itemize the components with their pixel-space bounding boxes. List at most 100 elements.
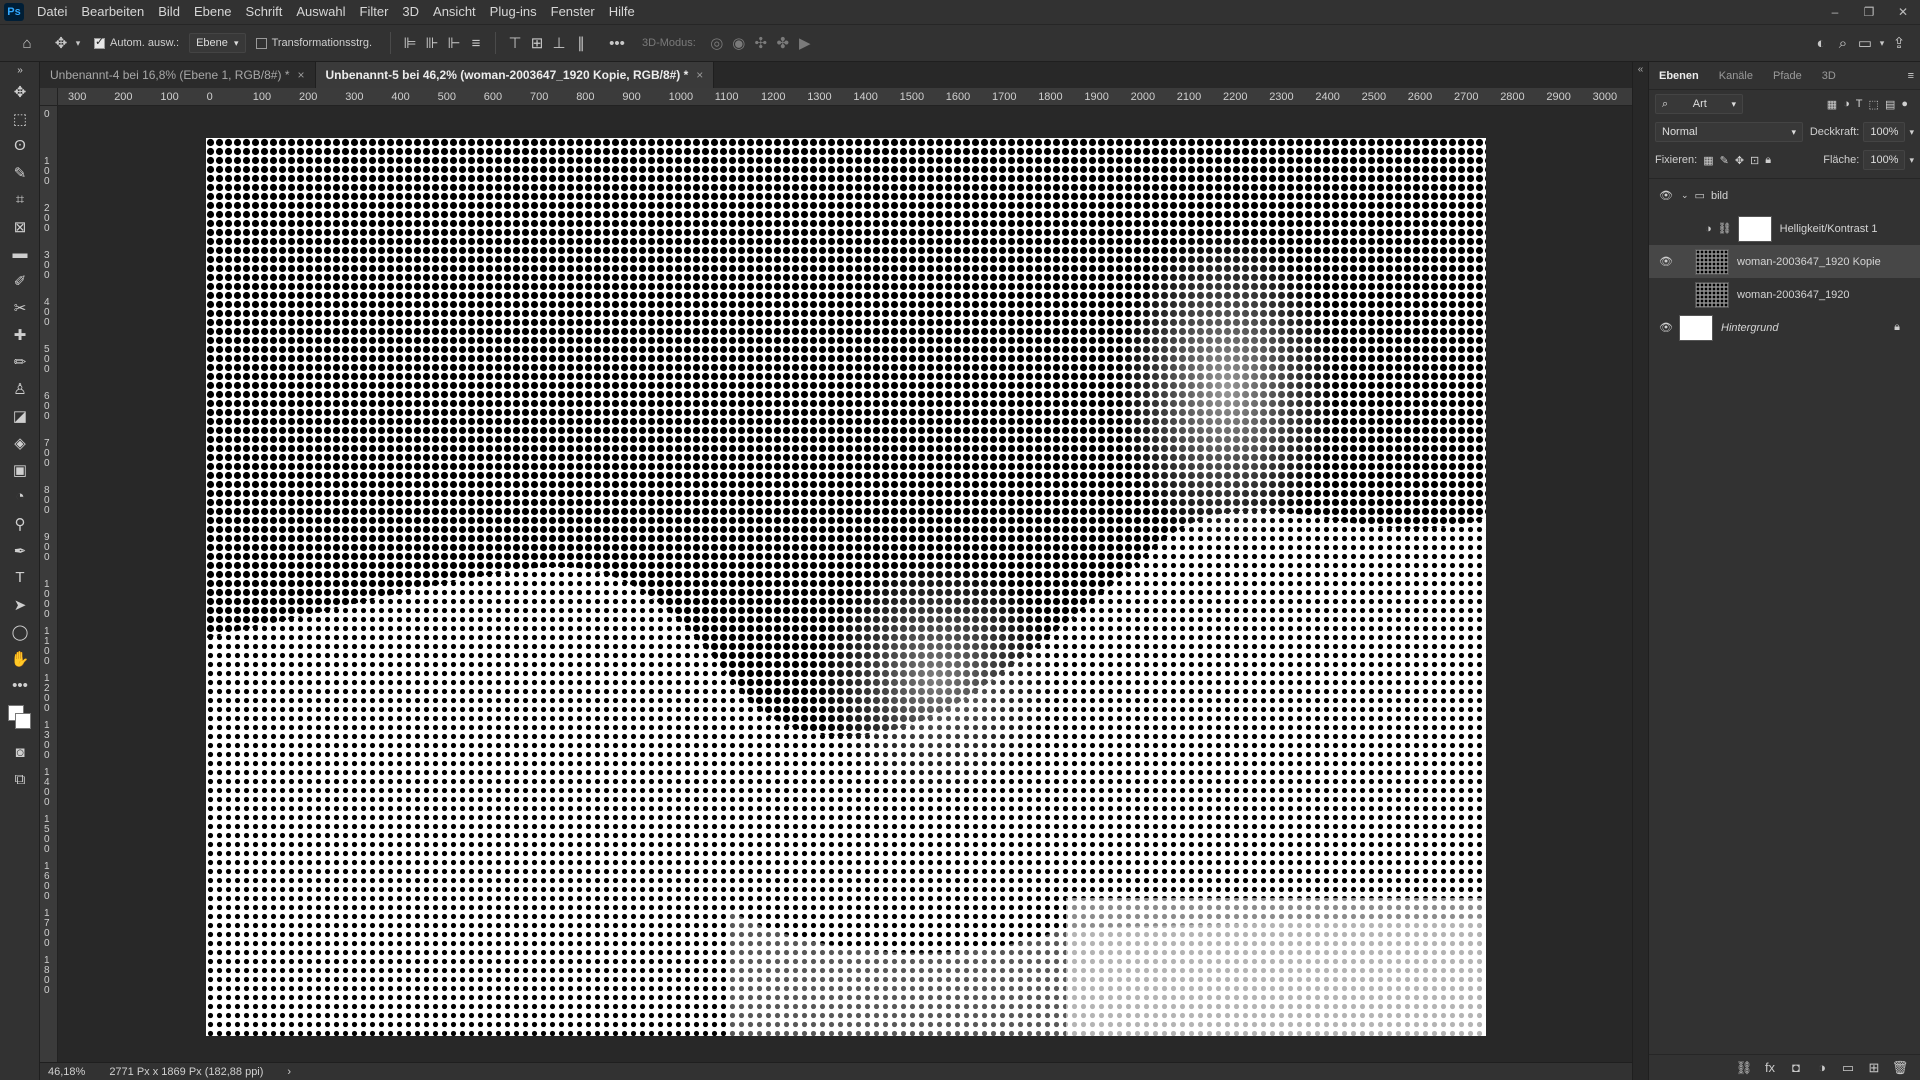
opacity-input[interactable]: 100% — [1863, 122, 1906, 142]
blend-mode-dropdown[interactable]: Normal ▾ — [1655, 122, 1803, 142]
chevron-down-icon[interactable]: ⌄ — [1681, 190, 1689, 201]
align-top-icon[interactable]: ⊤ — [504, 32, 526, 54]
filter-pixel-icon[interactable]: ▦ — [1827, 98, 1837, 111]
quick-mask-icon[interactable]: ◙ — [0, 739, 40, 766]
type-tool-icon[interactable]: T — [0, 564, 40, 591]
tab-ebenen[interactable]: Ebenen — [1649, 62, 1709, 90]
minimize-button[interactable]: – — [1818, 0, 1852, 24]
expand-panels-icon[interactable]: « — [1633, 64, 1648, 75]
dodge-tool-icon[interactable]: ⚲ — [0, 510, 40, 537]
restore-button[interactable]: ❐ — [1852, 0, 1886, 24]
lock-transparent-icon[interactable]: ▦ — [1703, 154, 1713, 167]
filter-adjustment-icon[interactable]: ◑ — [1843, 98, 1850, 110]
halftone-image[interactable] — [206, 138, 1486, 1036]
align-middle-icon[interactable]: ⊞ — [526, 32, 548, 54]
3d-orbit-icon[interactable]: ◎ — [706, 32, 728, 54]
filter-smartobject-icon[interactable]: ▤ — [1885, 98, 1895, 111]
ruler-corner[interactable] — [40, 88, 58, 106]
shape-tool-icon[interactable]: ◯ — [0, 618, 40, 645]
menu-schrift[interactable]: Schrift — [239, 0, 290, 24]
crop-tool-icon[interactable]: ⌗ — [0, 186, 40, 213]
auto-select-target-dropdown[interactable]: Ebene ▾ — [189, 33, 246, 53]
zoom-level[interactable]: 46,18% — [48, 1066, 85, 1078]
tab-3d[interactable]: 3D — [1812, 62, 1846, 90]
paint-bucket-tool-icon[interactable]: ◈ — [0, 429, 40, 456]
menu-filter[interactable]: Filter — [353, 0, 396, 24]
close-tab-icon[interactable]: × — [696, 68, 703, 82]
share-icon[interactable]: ⇪ — [1888, 32, 1910, 54]
lock-image-icon[interactable]: ✎ — [1720, 154, 1729, 167]
transform-controls-checkbox[interactable]: Transformationsstrg. — [255, 37, 372, 49]
chevron-down-icon[interactable]: ▾ — [1909, 127, 1914, 138]
new-adjustment-icon[interactable]: ◑ — [1809, 1057, 1835, 1079]
move-tool-icon[interactable]: ✥ — [0, 78, 40, 105]
filter-toggle-icon[interactable]: ● — [1901, 98, 1908, 110]
align-bottom-icon[interactable]: ⊥ — [548, 32, 570, 54]
align-right-icon[interactable]: ⊩ — [443, 32, 465, 54]
healing-tool-icon[interactable]: ✚ — [0, 321, 40, 348]
filter-type-icon[interactable]: T — [1856, 98, 1863, 110]
background-color-swatch[interactable] — [15, 713, 31, 729]
search-icon[interactable]: ⌕ — [1832, 32, 1854, 54]
marquee-tool-icon[interactable]: ⬚ — [0, 105, 40, 132]
visibility-eye-icon[interactable]: 👁︎ — [1655, 189, 1677, 202]
menu-3d[interactable]: 3D — [395, 0, 426, 24]
brush-tool-icon[interactable]: ✏ — [0, 348, 40, 375]
more-tools-icon[interactable]: ••• — [0, 672, 40, 699]
lock-position-icon[interactable]: ✥ — [1735, 154, 1744, 167]
layer-adjustment[interactable]: ▫ ◑ ⛓︎ Helligkeit/Kontrast 1 — [1649, 212, 1920, 245]
menu-bild[interactable]: Bild — [151, 0, 187, 24]
visibility-eye-icon[interactable]: 👁︎ — [1655, 321, 1677, 334]
tab-pfade[interactable]: Pfade — [1763, 62, 1812, 90]
layer-hintergrund[interactable]: 👁︎ Hintergrund 🔒︎ — [1649, 311, 1920, 344]
layer-group-bild[interactable]: 👁︎ ⌄ ▭ bild — [1649, 179, 1920, 212]
visibility-off-icon[interactable]: ▫ — [1655, 288, 1677, 302]
lasso-tool-icon[interactable]: ʘ — [0, 132, 40, 159]
link-chain-icon[interactable]: ⛓︎ — [1718, 222, 1732, 235]
menu-hilfe[interactable]: Hilfe — [602, 0, 642, 24]
panel-menu-icon[interactable]: ≡ — [1908, 70, 1914, 82]
align-left-icon[interactable]: ⊫ — [399, 32, 421, 54]
close-tab-icon[interactable]: × — [297, 68, 304, 82]
frame-tool-icon[interactable]: ⊠ — [0, 213, 40, 240]
3d-slide-icon[interactable]: ✤ — [772, 32, 794, 54]
gradient-tool-icon[interactable]: ▣ — [0, 456, 40, 483]
menu-plugins[interactable]: Plug-ins — [483, 0, 544, 24]
distribute-icon[interactable]: ≡ — [465, 32, 487, 54]
lock-artboard-icon[interactable]: ⊡ — [1750, 154, 1759, 167]
move-tool-icon[interactable]: ✥ — [50, 32, 72, 54]
screen-mode-icon[interactable]: ⧉ — [0, 766, 40, 793]
hand-tool-icon[interactable]: ✋ — [0, 645, 40, 672]
3d-roll-icon[interactable]: ◉ — [728, 32, 750, 54]
menu-ebene[interactable]: Ebene — [187, 0, 239, 24]
tab-unbenannt-4[interactable]: Unbenannt-4 bei 16,8% (Ebene 1, RGB/8#) … — [40, 62, 316, 88]
eyedropper-tool-icon[interactable]: ✐ — [0, 267, 40, 294]
menu-datei[interactable]: Datei — [30, 0, 74, 24]
visibility-eye-icon[interactable]: 👁︎ — [1655, 255, 1677, 268]
close-button[interactable]: ✕ — [1886, 0, 1920, 24]
chevron-down-icon[interactable]: ▾ — [1876, 32, 1888, 54]
workspace-icon[interactable]: ▭ — [1854, 32, 1876, 54]
new-group-icon[interactable]: ▭ — [1835, 1057, 1861, 1079]
status-arrow-icon[interactable]: › — [287, 1066, 291, 1078]
layer-woman[interactable]: ▫ woman-2003647_1920 — [1649, 278, 1920, 311]
ruler-tool-icon[interactable]: ▬ — [0, 240, 40, 267]
visibility-off-icon[interactable]: ▫ — [1655, 222, 1677, 236]
add-mask-icon[interactable]: ◘ — [1783, 1057, 1809, 1079]
scissors-tool-icon[interactable]: ✂ — [0, 294, 40, 321]
fill-input[interactable]: 100% — [1863, 150, 1906, 170]
3d-pan-icon[interactable]: ✣ — [750, 32, 772, 54]
filter-shape-icon[interactable]: ⬚ — [1869, 98, 1879, 111]
menu-bearbeiten[interactable]: Bearbeiten — [74, 0, 151, 24]
3d-camera-icon[interactable]: ▶ — [794, 32, 816, 54]
link-layers-icon[interactable]: ⛓︎ — [1731, 1057, 1757, 1079]
menu-fenster[interactable]: Fenster — [544, 0, 602, 24]
chevron-down-icon[interactable]: ▾ — [1909, 155, 1914, 166]
menu-auswahl[interactable]: Auswahl — [289, 0, 352, 24]
quick-select-tool-icon[interactable]: ✎ — [0, 159, 40, 186]
fx-icon[interactable]: fx — [1757, 1057, 1783, 1079]
new-layer-icon[interactable]: ⊞ — [1861, 1057, 1887, 1079]
eraser-tool-icon[interactable]: ◪ — [0, 402, 40, 429]
layer-woman-kopie[interactable]: 👁︎ woman-2003647_1920 Kopie — [1649, 245, 1920, 278]
more-options-icon[interactable]: ••• — [606, 32, 628, 54]
